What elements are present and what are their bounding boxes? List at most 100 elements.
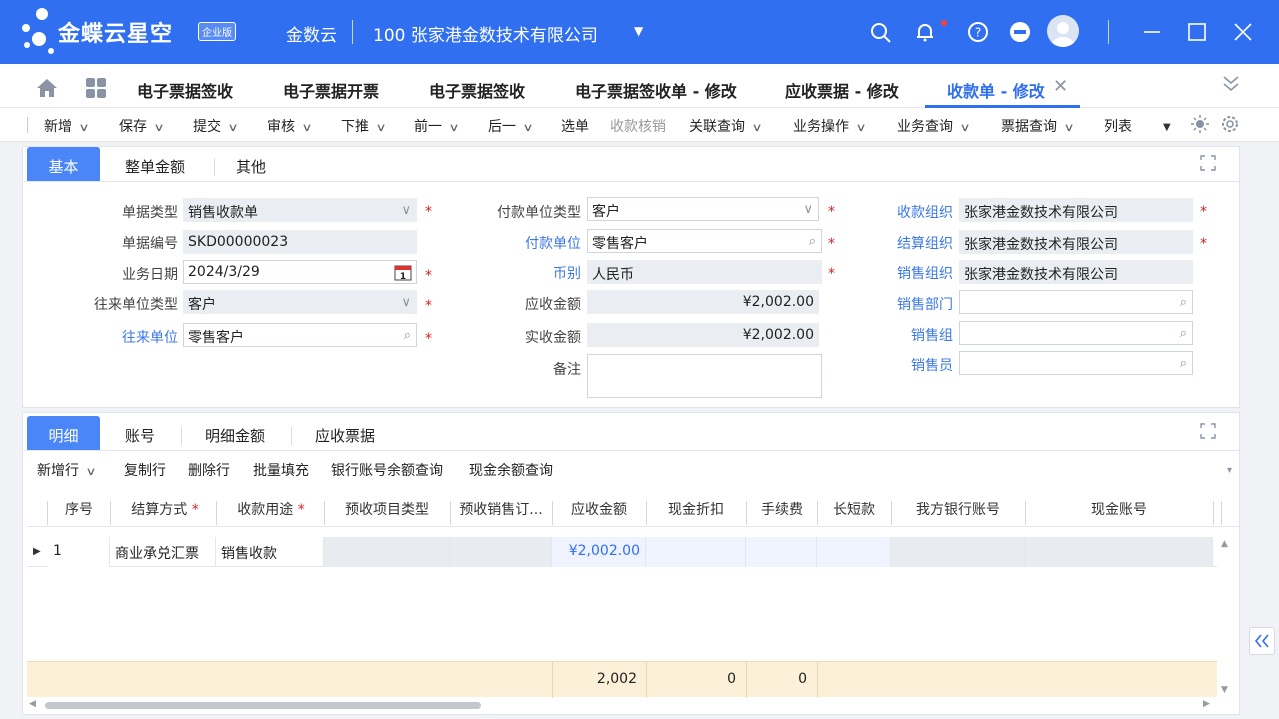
tab-receivable-bill-edit[interactable]: 应收票据 - 修改 (785, 78, 899, 102)
table-row[interactable]: ▶ 1 商业承兑汇票 销售收款 ¥2,002.00 (27, 537, 1217, 567)
cell-cash-discount[interactable] (646, 537, 746, 567)
sales-dept-label[interactable]: 销售部门 (863, 294, 953, 314)
search-icon[interactable]: ⌕ (1180, 326, 1187, 341)
tab-e-bill-receive-1[interactable]: 电子票据签收 (137, 78, 233, 102)
col-purpose[interactable]: 收款用途 * (219, 491, 323, 525)
push-button[interactable]: 下推 ∨ (341, 116, 387, 136)
chevron-down-icon[interactable]: ∨ (855, 121, 866, 134)
select-button[interactable]: 选单 (561, 116, 589, 136)
chevron-down-icon[interactable]: ∨ (375, 121, 386, 134)
tab-receivable-bills[interactable]: 应收票据 (315, 416, 375, 450)
bill-query-button[interactable]: 票据查询 ∨ (1001, 116, 1075, 136)
recv-org-field[interactable]: 张家港金数技术有限公司 (959, 198, 1193, 222)
contact-label[interactable]: 往来单位 (63, 327, 178, 347)
cell-purpose[interactable]: 销售收款 (216, 537, 324, 567)
settle-org-field[interactable]: 张家港金数技术有限公司 (959, 230, 1193, 254)
tab-e-bill-receipt-edit[interactable]: 电子票据签收单 - 修改 (575, 78, 737, 102)
scroll-left-icon[interactable]: ◀ (29, 699, 36, 709)
expand-icon[interactable] (1200, 423, 1216, 443)
cell-bank-account[interactable] (891, 537, 1025, 567)
search-icon[interactable]: ⌕ (809, 234, 816, 249)
col-cash-account[interactable]: 现金账号 (1026, 491, 1212, 525)
calendar-icon[interactable]: 1 (394, 264, 412, 283)
currency-field[interactable]: 人民币 (587, 260, 822, 284)
more-caret-icon[interactable]: ▼ (1163, 122, 1171, 133)
audit-button[interactable]: 审核 ∨ (267, 116, 313, 136)
cell-amount[interactable]: ¥2,002.00 (552, 537, 646, 567)
scroll-up-icon[interactable]: ▲ (1221, 539, 1228, 549)
more-caret-icon[interactable]: ▾ (1227, 465, 1232, 476)
sales-group-label[interactable]: 销售组 (863, 325, 953, 345)
bill-type-select[interactable]: 销售收款单 ∨ (183, 198, 417, 222)
biz-query-button[interactable]: 业务查询 ∨ (897, 116, 971, 136)
bell-icon[interactable] (911, 18, 939, 46)
tab-close-icon[interactable]: ✕ (1053, 76, 1068, 97)
tab-e-bill-receive-2[interactable]: 电子票据签收 (429, 78, 525, 102)
tab-detail[interactable]: 明细 (27, 416, 100, 450)
new-button[interactable]: 新增 ∨ (44, 116, 90, 136)
light-bulb-icon[interactable] (1190, 114, 1210, 138)
sales-org-label[interactable]: 销售组织 (863, 263, 953, 283)
add-row-button[interactable]: 新增行 ∨ (37, 460, 97, 480)
maximize-icon[interactable] (1183, 18, 1211, 46)
company-selector[interactable]: 100 张家港金数技术有限公司 (373, 21, 598, 46)
payer-field[interactable]: 零售客户 ⌕ (587, 229, 822, 253)
salesman-label[interactable]: 销售员 (863, 355, 953, 375)
next-button[interactable]: 后一 ∨ (488, 116, 534, 136)
remark-textarea[interactable] (587, 354, 822, 398)
tab-other[interactable]: 其他 (236, 147, 266, 181)
search-icon[interactable] (867, 18, 895, 46)
chevron-down-icon[interactable]: ∨ (1063, 121, 1074, 134)
tab-receipt-edit[interactable]: 收款单 - 修改 (947, 78, 1045, 102)
col-prepay-order[interactable]: 预收销售订... (451, 491, 551, 525)
tab-detail-amount[interactable]: 明细金额 (205, 416, 265, 450)
cell-settle-method[interactable]: 商业承兑汇票 (110, 537, 216, 567)
home-icon[interactable] (36, 78, 58, 102)
search-icon[interactable]: ⌕ (404, 328, 411, 343)
contact-type-select[interactable]: 客户 ∨ (183, 290, 417, 314)
biz-date-field[interactable]: 2024/3/29 1 (183, 260, 417, 284)
col-prepay-item-type[interactable]: 预收项目类型 (325, 491, 449, 525)
related-query-button[interactable]: 关联查询 ∨ (689, 116, 763, 136)
chevron-down-icon[interactable]: ∨ (751, 121, 762, 134)
cell-over-short[interactable] (817, 537, 891, 567)
salesman-field[interactable]: ⌕ (959, 351, 1193, 375)
batch-fill-button[interactable]: 批量填充 (253, 460, 309, 480)
minimize-icon[interactable] (1138, 18, 1166, 46)
copy-row-button[interactable]: 复制行 (124, 460, 166, 480)
chevron-down-icon[interactable]: ∨ (85, 465, 96, 478)
col-amount[interactable]: 应收金额 (553, 491, 645, 525)
tenant-name[interactable]: 金数云 (286, 21, 337, 46)
double-chevron-down-icon[interactable] (1221, 74, 1241, 98)
chevron-down-icon[interactable]: ∨ (522, 121, 533, 134)
payer-type-select[interactable]: 客户 ∨ (587, 197, 819, 221)
currency-label[interactable]: 币别 (463, 263, 581, 283)
side-collapse-button[interactable] (1249, 627, 1275, 655)
chevron-down-icon[interactable]: ∨ (448, 121, 459, 134)
scroll-down-icon[interactable]: ▼ (1221, 685, 1228, 695)
grid-icon[interactable] (86, 78, 106, 102)
scroll-right-icon[interactable]: ▶ (1203, 699, 1210, 709)
gear-icon[interactable] (1220, 114, 1240, 138)
chevron-down-icon[interactable]: ∨ (803, 202, 813, 217)
save-button[interactable]: 保存 ∨ (119, 116, 165, 136)
help-icon[interactable]: ? (964, 18, 992, 46)
col-fee[interactable]: 手续费 (747, 491, 817, 525)
expand-icon[interactable] (1200, 155, 1216, 175)
sales-group-field[interactable]: ⌕ (959, 321, 1193, 345)
recv-org-label[interactable]: 收款组织 (863, 202, 953, 222)
horizontal-scrollbar[interactable]: ◀ ▶ (27, 699, 1217, 711)
payer-label[interactable]: 付款单位 (463, 233, 581, 253)
col-bank-account[interactable]: 我方银行账号 (892, 491, 1024, 525)
minus-circle-icon[interactable] (1006, 18, 1034, 46)
prev-button[interactable]: 前一 ∨ (414, 116, 460, 136)
settle-org-label[interactable]: 结算组织 (863, 233, 953, 253)
tab-total-amount[interactable]: 整单金额 (125, 147, 185, 181)
chevron-down-icon[interactable]: ∨ (78, 121, 89, 134)
cell-fee[interactable] (746, 537, 817, 567)
chevron-down-icon[interactable]: ∨ (401, 295, 411, 310)
cell-cash-account[interactable] (1025, 537, 1213, 567)
search-icon[interactable]: ⌕ (1180, 295, 1187, 310)
list-button[interactable]: 列表 (1104, 116, 1132, 136)
bill-no-field[interactable]: SKD00000023 (183, 230, 417, 254)
